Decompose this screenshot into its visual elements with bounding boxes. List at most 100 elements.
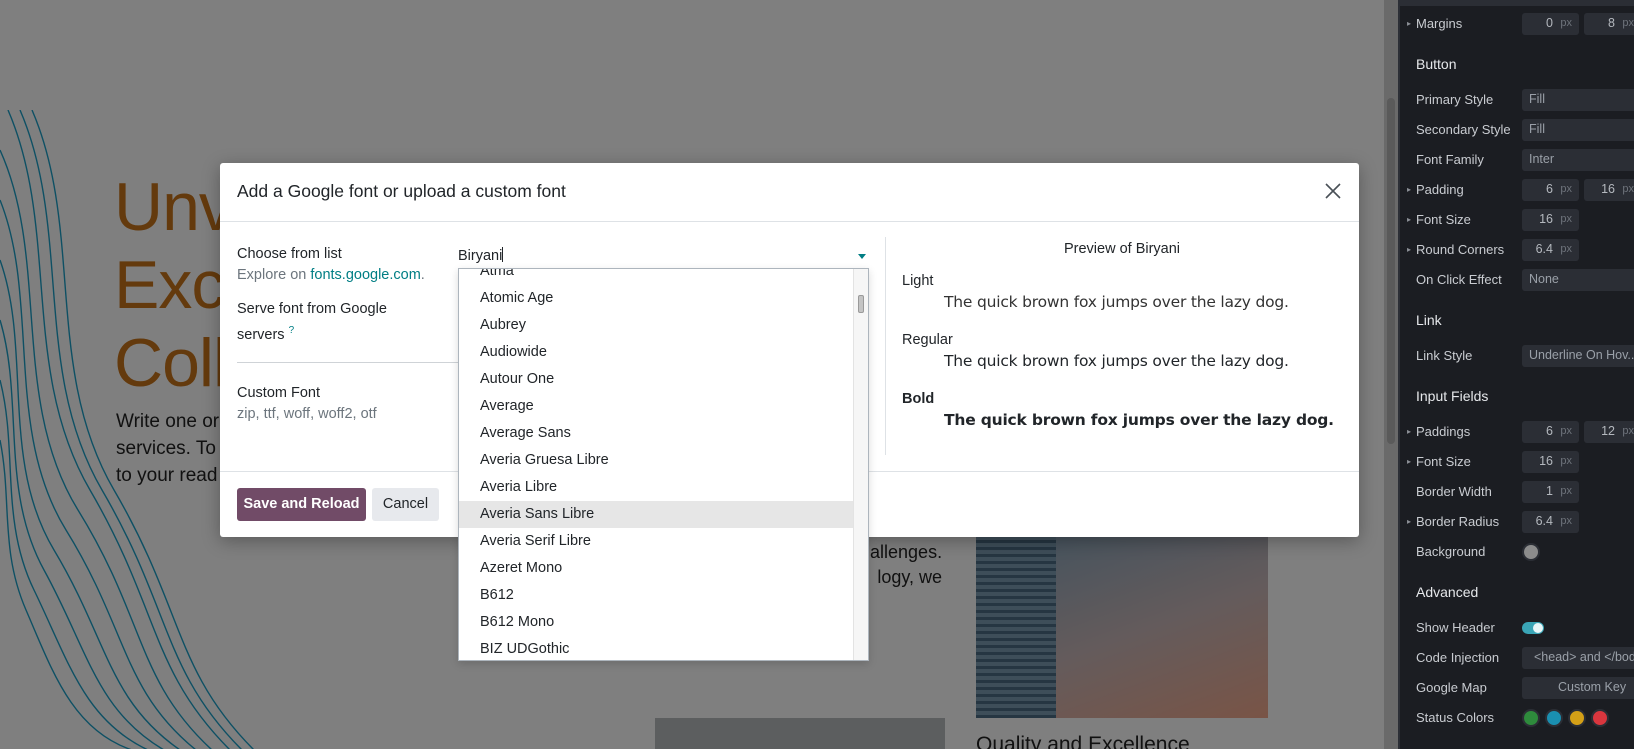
close-icon[interactable] bbox=[1322, 180, 1344, 202]
show-header-toggle[interactable] bbox=[1522, 622, 1544, 634]
editor-section-link: Link bbox=[1416, 312, 1442, 328]
editor-number-input[interactable]: 6.4 px bbox=[1522, 239, 1579, 261]
help-tooltip-icon[interactable]: ? bbox=[289, 325, 295, 336]
vertical-divider bbox=[885, 237, 886, 455]
dropdown-scrollbar[interactable] bbox=[853, 269, 868, 660]
editor-unit-label: px bbox=[1560, 425, 1572, 437]
serve-font-label-line2: servers ? bbox=[237, 325, 295, 343]
preview-bold-label: Bold bbox=[902, 391, 935, 407]
dropdown-scrollbar-thumb[interactable] bbox=[858, 295, 864, 313]
explore-suffix: . bbox=[420, 267, 425, 283]
editor-number-value: 6.4 bbox=[1535, 242, 1553, 256]
editor-number-input[interactable]: 16 px bbox=[1584, 179, 1634, 201]
font-option[interactable]: Audiowide bbox=[459, 339, 855, 366]
preview-regular-label: Regular bbox=[902, 332, 953, 348]
editor-row-label: Font Family bbox=[1416, 152, 1484, 167]
editor-row-label: Google Map bbox=[1416, 680, 1487, 695]
status-color-swatch[interactable] bbox=[1522, 709, 1540, 727]
editor-row-label: Status Colors bbox=[1416, 710, 1495, 725]
expand-caret-icon[interactable]: ▸ bbox=[1407, 245, 1411, 254]
font-option[interactable]: Averia Libre bbox=[459, 474, 855, 501]
editor-row-label: Font Size bbox=[1416, 454, 1471, 469]
editor-number-value: 6.4 bbox=[1535, 514, 1553, 528]
editor-section-input-fields: Input Fields bbox=[1416, 388, 1489, 404]
status-color-swatch[interactable] bbox=[1591, 709, 1609, 727]
status-color-swatch[interactable] bbox=[1568, 709, 1586, 727]
editor-number-input[interactable]: 6 px bbox=[1522, 421, 1579, 443]
font-option[interactable]: Atomic Age bbox=[459, 285, 855, 312]
page-scrollbar[interactable] bbox=[1384, 0, 1398, 749]
editor-row-label: Paddings bbox=[1416, 424, 1471, 439]
editor-select[interactable]: Underline On Hov... bbox=[1522, 345, 1634, 367]
explore-text: Explore on fonts.google.com. bbox=[237, 265, 425, 286]
dropdown-caret-icon[interactable] bbox=[858, 254, 866, 259]
editor-select[interactable]: Fill bbox=[1522, 89, 1634, 111]
google-fonts-link[interactable]: fonts.google.com bbox=[310, 267, 420, 283]
editor-row-round-corners: ▸ Round Corners 6.4 px bbox=[1400, 239, 1634, 261]
expand-caret-icon[interactable]: ▸ bbox=[1407, 185, 1411, 194]
editor-number-input[interactable]: 6.4 px bbox=[1522, 511, 1579, 533]
status-color-swatch[interactable] bbox=[1545, 709, 1563, 727]
editor-select[interactable]: <head> and </bod bbox=[1522, 647, 1634, 669]
editor-select[interactable]: None bbox=[1522, 269, 1634, 291]
preview-title: Preview of Biryani bbox=[1063, 241, 1181, 257]
expand-caret-icon[interactable]: ▸ bbox=[1407, 517, 1411, 526]
save-and-reload-button[interactable]: Save and Reload bbox=[237, 488, 366, 521]
editor-number-value: 16 bbox=[1539, 454, 1553, 468]
theme-editor-panel: ▸ Margins 0 px 8 px Button Primary Style Fill Sec… bbox=[1398, 0, 1634, 749]
editor-select[interactable]: Fill bbox=[1522, 119, 1634, 141]
editor-row-label: Padding bbox=[1416, 182, 1464, 197]
editor-row-background: Background bbox=[1400, 541, 1634, 563]
editor-row-show-header: Show Header bbox=[1400, 617, 1634, 639]
font-option[interactable]: Atma bbox=[459, 269, 855, 285]
background-color-swatch[interactable] bbox=[1522, 543, 1540, 561]
editor-select[interactable]: Inter bbox=[1522, 149, 1634, 171]
editor-number-input[interactable]: 1 px bbox=[1522, 481, 1579, 503]
text-cursor bbox=[502, 247, 504, 262]
font-option[interactable]: Averia Serif Libre bbox=[459, 528, 855, 555]
font-option[interactable]: Average bbox=[459, 393, 855, 420]
editor-row-label: Link Style bbox=[1416, 348, 1473, 363]
font-option[interactable]: Averia Gruesa Libre bbox=[459, 447, 855, 474]
font-option[interactable]: Average Sans bbox=[459, 420, 855, 447]
expand-caret-icon[interactable]: ▸ bbox=[1407, 215, 1411, 224]
editor-row-label: Secondary Style bbox=[1416, 122, 1511, 137]
dialog-title: Add a Google font or upload a custom fon… bbox=[237, 181, 566, 201]
editor-unit-label: px bbox=[1560, 183, 1572, 195]
cancel-button[interactable]: Cancel bbox=[372, 488, 439, 521]
editor-number-input[interactable]: 12 px bbox=[1584, 421, 1634, 443]
font-option[interactable]: Averia Sans Libre bbox=[459, 501, 855, 528]
font-option[interactable]: Azeret Mono bbox=[459, 555, 855, 582]
font-option[interactable]: BIZ UDGothic bbox=[459, 636, 855, 660]
editor-number-input[interactable]: 0 px bbox=[1522, 13, 1579, 35]
editor-unit-label: px bbox=[1622, 183, 1634, 195]
editor-row-primary-style: Primary Style Fill bbox=[1400, 89, 1634, 111]
editor-select[interactable]: Custom Key bbox=[1522, 677, 1634, 699]
editor-number-value: 6 bbox=[1546, 182, 1553, 196]
editor-number-input[interactable]: 16 px bbox=[1522, 451, 1579, 473]
font-search-value: Biryani bbox=[458, 248, 503, 264]
editor-number-input[interactable]: 8 px bbox=[1584, 13, 1634, 35]
editor-number-input[interactable]: 16 px bbox=[1522, 209, 1579, 231]
font-options-list: Atma Atomic Age Aubrey Audiowide Autour One A… bbox=[459, 269, 855, 660]
editor-row-margins: ▸ Margins 0 px 8 px bbox=[1400, 13, 1634, 35]
editor-row-label: Border Radius bbox=[1416, 514, 1500, 529]
custom-font-label: Custom Font bbox=[237, 385, 320, 401]
font-option[interactable]: Autour One bbox=[459, 366, 855, 393]
editor-number-input[interactable]: 6 px bbox=[1522, 179, 1579, 201]
editor-unit-label: px bbox=[1560, 455, 1572, 467]
font-option[interactable]: Aubrey bbox=[459, 312, 855, 339]
preview-light-text: The quick brown fox jumps over the lazy … bbox=[944, 293, 1289, 311]
font-option[interactable]: B612 bbox=[459, 582, 855, 609]
editor-number-value: 16 bbox=[1539, 212, 1553, 226]
page-scrollbar-thumb[interactable] bbox=[1387, 98, 1395, 444]
expand-caret-icon[interactable]: ▸ bbox=[1407, 457, 1411, 466]
expand-caret-icon[interactable]: ▸ bbox=[1407, 427, 1411, 436]
editor-row-on-click-effect: On Click Effect None bbox=[1400, 269, 1634, 291]
font-options-dropdown[interactable]: Atma Atomic Age Aubrey Audiowide Autour One A… bbox=[458, 268, 869, 661]
serve-font-label-line1: Serve font from Google bbox=[237, 301, 387, 317]
expand-caret-icon[interactable]: ▸ bbox=[1407, 19, 1411, 28]
editor-row-label: Primary Style bbox=[1416, 92, 1494, 107]
font-option[interactable]: B612 Mono bbox=[459, 609, 855, 636]
serve-font-group: Serve font from Google servers ? bbox=[237, 299, 387, 346]
